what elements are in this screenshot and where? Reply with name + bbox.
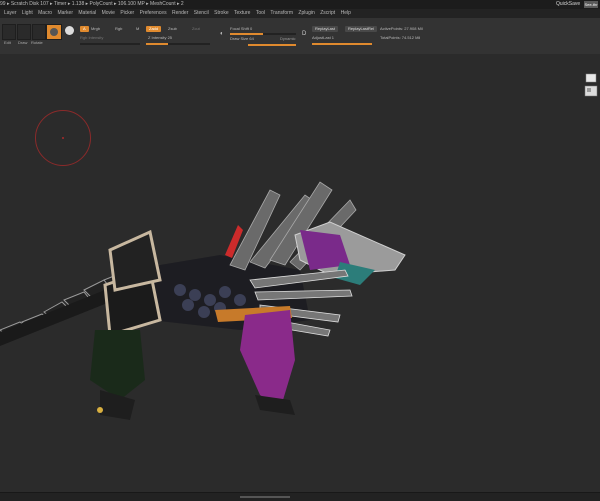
back-leg xyxy=(240,310,295,410)
back-foot xyxy=(255,395,295,415)
claw-highlight xyxy=(97,407,103,413)
dragon-model-render[interactable] xyxy=(0,0,600,500)
plate-top xyxy=(108,229,162,292)
bottom-tray-handle[interactable] xyxy=(240,496,290,498)
front-leg xyxy=(90,330,145,400)
